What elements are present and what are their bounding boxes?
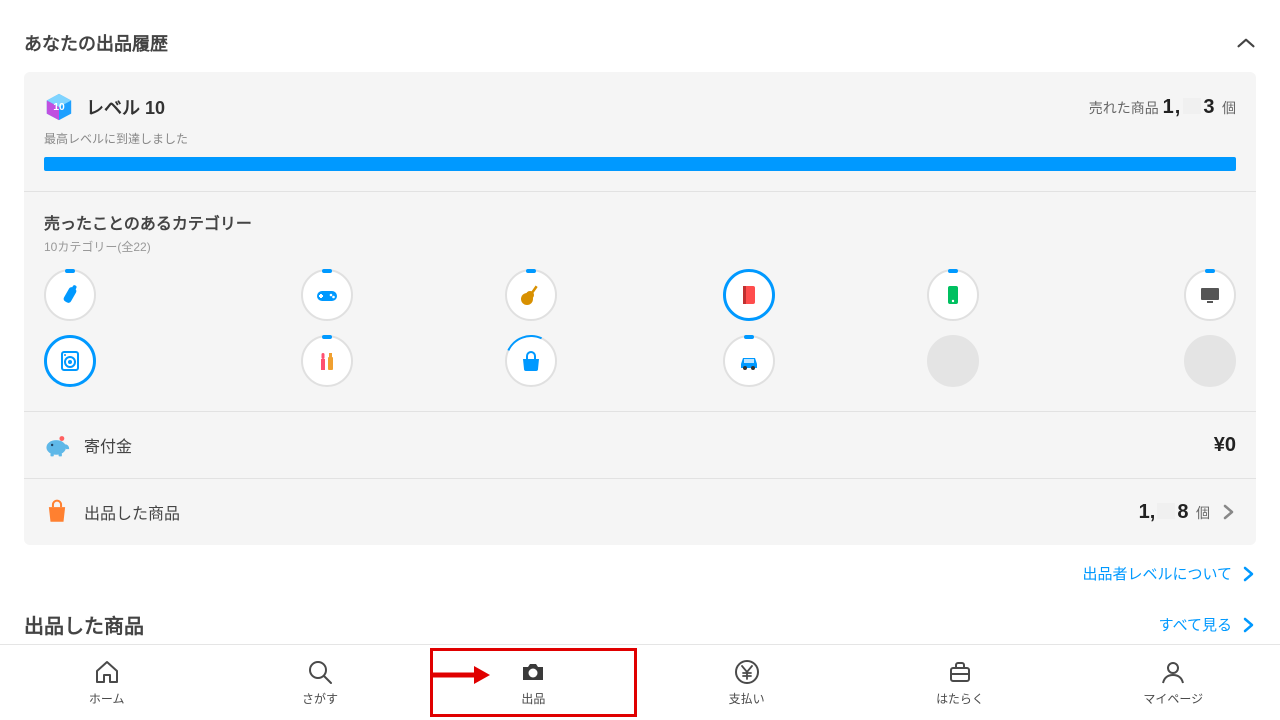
level-badge-icon: 10 <box>44 92 74 122</box>
tab-home[interactable]: ホーム <box>0 645 213 720</box>
bottom-nav: ホーム さがす 出品 支払い はたらく マイページ <box>0 644 1280 720</box>
guitar-icon <box>519 283 543 307</box>
tab-mypage[interactable]: マイページ <box>1067 645 1280 720</box>
piggy-bank-icon <box>44 432 70 458</box>
category-washer[interactable] <box>44 335 96 387</box>
chevron-right-icon <box>1240 566 1256 582</box>
home-icon <box>93 658 121 686</box>
listed-items-title: 出品した商品 <box>24 610 144 639</box>
tab-search[interactable]: さがす <box>213 645 426 720</box>
category-tv[interactable] <box>1184 269 1236 321</box>
categories-subtitle: 10カテゴリー(全22) <box>44 238 1236 255</box>
category-cosmetics[interactable] <box>301 335 353 387</box>
level-title: レベル 10 <box>86 94 165 120</box>
category-guitar[interactable] <box>505 269 557 321</box>
sold-count: 売れた商品 1,3 個 <box>1089 96 1236 119</box>
briefcase-icon <box>946 658 974 686</box>
history-card: 10 レベル 10 売れた商品 1,3 個 最高レベルに到達しました 売ったこと… <box>24 72 1256 545</box>
level-row: 10 レベル 10 売れた商品 1,3 個 <box>24 72 1256 130</box>
phone-icon <box>941 283 965 307</box>
user-icon <box>1159 658 1187 686</box>
tab-work[interactable]: はたらく <box>853 645 1066 720</box>
category-empty2[interactable] <box>1184 335 1236 387</box>
category-baby-bottle[interactable] <box>44 269 96 321</box>
listed-row[interactable]: 出品した商品 1,8 個 <box>24 479 1256 545</box>
chevron-right-icon <box>1220 504 1236 520</box>
history-title: あなたの出品履歴 <box>24 30 168 56</box>
baby-bottle-icon <box>58 283 82 307</box>
chevron-up-icon <box>1236 37 1256 49</box>
tab-pay[interactable]: 支払い <box>640 645 853 720</box>
chevron-right-icon <box>1240 617 1256 633</box>
category-phone[interactable] <box>927 269 979 321</box>
category-game[interactable] <box>301 269 353 321</box>
listed-items-header: 出品した商品 すべて見る <box>0 594 1280 649</box>
category-book[interactable] <box>723 269 775 321</box>
category-bag[interactable] <box>505 335 557 387</box>
categories-title: 売ったことのあるカテゴリー <box>44 210 1236 234</box>
donation-label: 寄付金 <box>84 433 132 457</box>
svg-text:10: 10 <box>53 102 65 113</box>
bag-icon <box>519 349 543 373</box>
history-header[interactable]: あなたの出品履歴 <box>0 0 1280 72</box>
listed-label: 出品した商品 <box>84 500 180 524</box>
level-subtitle: 最高レベルに到達しました <box>24 130 1256 157</box>
washer-icon <box>58 349 82 373</box>
cosmetics-icon <box>315 349 339 373</box>
search-icon <box>306 658 334 686</box>
donation-value: ¥0 <box>1214 434 1236 457</box>
game-icon <box>315 283 339 307</box>
listed-count: 1,8 個 <box>1139 501 1236 524</box>
yen-icon <box>733 658 761 686</box>
annotation-arrow-icon <box>428 664 492 686</box>
shopping-bag-icon <box>44 499 70 525</box>
book-icon <box>737 283 761 307</box>
category-car[interactable] <box>723 335 775 387</box>
car-icon <box>737 349 761 373</box>
seller-level-link[interactable]: 出品者レベルについて <box>0 545 1280 594</box>
donation-row[interactable]: 寄付金 ¥0 <box>24 412 1256 478</box>
camera-icon <box>519 658 547 686</box>
category-empty1[interactable] <box>927 335 979 387</box>
level-progress-bar <box>44 157 1236 171</box>
tv-icon <box>1198 283 1222 307</box>
categories-section: 売ったことのあるカテゴリー 10カテゴリー(全22) <box>24 192 1256 411</box>
view-all-link[interactable]: すべて見る <box>1159 614 1256 635</box>
